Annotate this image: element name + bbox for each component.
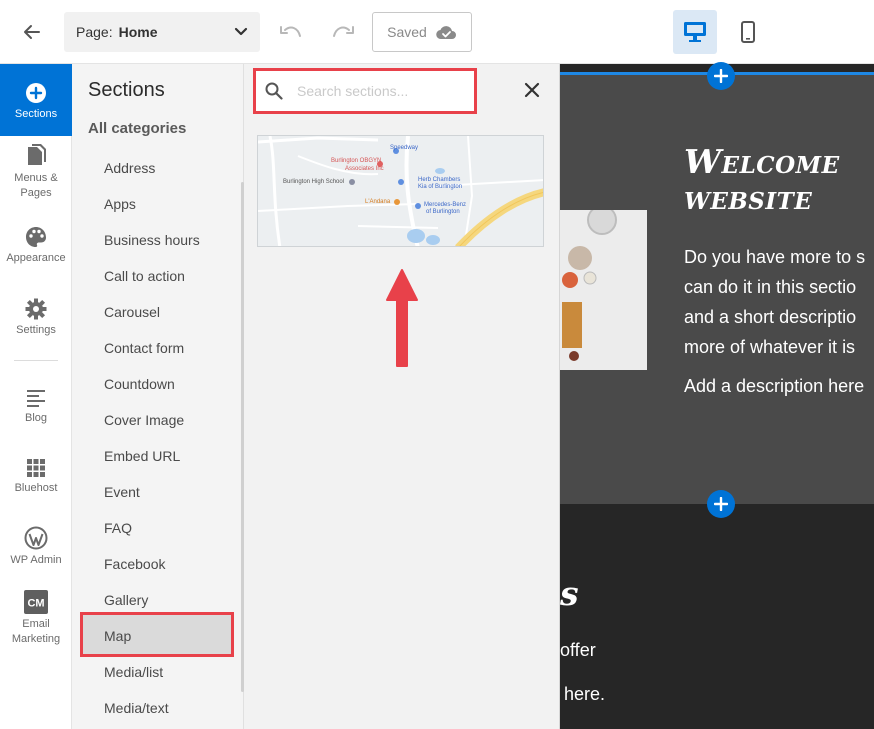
- rail-item-wp-admin[interactable]: WP Admin: [0, 524, 72, 568]
- rail-item-label: Settings: [16, 324, 56, 336]
- cm-icon: CM: [24, 588, 48, 614]
- plus-circle-icon: [25, 78, 47, 104]
- category-item-event[interactable]: Event: [104, 484, 140, 500]
- category-item-apps[interactable]: Apps: [104, 196, 136, 212]
- saved-label: Saved: [387, 24, 427, 40]
- add-section-button-top[interactable]: [707, 62, 735, 90]
- hero-title-line-1: Welcome: [684, 142, 840, 181]
- close-icon: [524, 82, 540, 98]
- map-label: Burlington OBGYN: [331, 158, 382, 164]
- category-item-call-to-action[interactable]: Call to action: [104, 268, 185, 284]
- back-button[interactable]: [18, 18, 46, 46]
- redo-icon: [333, 26, 354, 37]
- search-icon: [265, 82, 283, 100]
- rail-item-label: Email Marketing: [11, 618, 61, 645]
- dark-section-text-line[interactable]: offer: [560, 640, 596, 661]
- cloud-check-icon: [436, 26, 456, 40]
- panel-title: Sections: [88, 79, 165, 101]
- map-label: Burlington High School: [283, 179, 345, 185]
- rail-item-menus-pages[interactable]: Menus & Pages: [0, 142, 72, 201]
- rail-item-label: Bluehost: [14, 482, 58, 494]
- all-categories-heading: All categories: [88, 120, 187, 137]
- hero-body-line: and a short descriptio: [684, 307, 857, 327]
- hero-body-line: can do it in this sectio: [684, 277, 857, 297]
- rail-item-label: Menus & Pages: [14, 172, 58, 199]
- blog-icon: [26, 382, 46, 408]
- top-toolbar: Page: Home Saved: [0, 0, 874, 64]
- website-canvas: Welcome website Do you have more to s ca…: [560, 64, 874, 729]
- rail-item-bluehost[interactable]: Bluehost: [0, 452, 72, 496]
- map-label: Mercedes-Benz: [424, 202, 467, 208]
- map-section-thumbnail[interactable]: Speedway Burlington OBGYN Associates Inc…: [257, 135, 544, 247]
- hero-description[interactable]: Add a description here: [684, 376, 864, 397]
- category-item-media-list[interactable]: Media/list: [104, 664, 163, 680]
- plus-icon: [714, 69, 728, 83]
- dark-section-text-line[interactable]: here.: [564, 684, 605, 705]
- plus-icon: [714, 497, 728, 511]
- search-input[interactable]: [297, 83, 447, 99]
- left-rail: Sections Menus & Pages Appearance Settin…: [0, 64, 72, 729]
- category-item-carousel[interactable]: Carousel: [104, 304, 160, 320]
- add-section-button-middle[interactable]: [707, 490, 735, 518]
- desktop-icon: [684, 22, 706, 42]
- svg-text:CM: CM: [27, 598, 44, 610]
- rail-item-settings[interactable]: Settings: [0, 294, 72, 338]
- hero-title-line-2: website: [684, 178, 813, 217]
- hero-title[interactable]: Welcome website: [684, 144, 874, 216]
- category-item-faq[interactable]: FAQ: [104, 520, 132, 536]
- gear-icon: [25, 294, 47, 320]
- grid-icon: [26, 452, 46, 478]
- undo-button[interactable]: [278, 20, 304, 44]
- chevron-down-icon: [234, 27, 248, 37]
- rail-item-email-marketing[interactable]: CM Email Marketing: [0, 588, 72, 647]
- rail-item-appearance[interactable]: Appearance: [0, 222, 72, 266]
- category-item-contact-form[interactable]: Contact form: [104, 340, 184, 356]
- category-item-embed-url[interactable]: Embed URL: [104, 448, 180, 464]
- red-arrow-up-icon: [386, 269, 418, 367]
- hero-body-text[interactable]: Do you have more to s can do it in this …: [684, 242, 874, 362]
- mobile-icon: [741, 21, 755, 43]
- category-item-cover-image[interactable]: Cover Image: [104, 412, 184, 428]
- palette-icon: [25, 222, 47, 248]
- category-item-media-text[interactable]: Media/text: [104, 700, 169, 716]
- page-select-label: Page:: [76, 24, 113, 40]
- map-label: of Burlington: [426, 209, 460, 215]
- rail-item-label: Sections: [14, 108, 58, 120]
- map-label: Kia of Burlington: [418, 184, 463, 190]
- wordpress-icon: [24, 524, 48, 550]
- map-label: Speedway: [390, 145, 419, 151]
- hero-body-line: more of whatever it is: [684, 337, 856, 357]
- category-item-countdown[interactable]: Countdown: [104, 376, 175, 392]
- page-select-value: Home: [118, 24, 158, 40]
- category-item-gallery[interactable]: Gallery: [104, 592, 148, 608]
- desktop-view-button[interactable]: [673, 10, 717, 54]
- rail-item-label: Appearance: [6, 252, 66, 264]
- map-image: [258, 136, 543, 246]
- undo-icon: [280, 26, 301, 37]
- saved-button[interactable]: Saved: [372, 12, 472, 52]
- hero-image[interactable]: [560, 210, 647, 370]
- category-item-business-hours[interactable]: Business hours: [104, 232, 200, 248]
- map-label: L'Andana: [365, 199, 391, 205]
- map-label: Associates Inc: [345, 166, 384, 172]
- category-item-map[interactable]: Map: [104, 628, 131, 644]
- hero-body-line: Do you have more to s: [684, 247, 866, 267]
- category-item-address[interactable]: Address: [104, 160, 155, 176]
- redo-button[interactable]: [330, 20, 356, 44]
- rail-item-blog[interactable]: Blog: [0, 382, 72, 426]
- arrow-left-icon: [24, 25, 40, 39]
- page-select-dropdown[interactable]: Page: Home: [64, 12, 260, 52]
- rail-item-sections[interactable]: Sections: [0, 64, 72, 136]
- search-field[interactable]: [261, 76, 469, 106]
- category-item-facebook[interactable]: Facebook: [104, 556, 165, 572]
- rail-item-label: Blog: [24, 412, 48, 424]
- rail-item-label: WP Admin: [10, 554, 62, 566]
- pages-icon: [25, 142, 47, 168]
- dark-section-title[interactable]: s: [560, 574, 579, 613]
- map-label: Herb Chambers: [418, 177, 461, 183]
- close-panel-button[interactable]: [520, 78, 544, 102]
- mobile-view-button[interactable]: [726, 10, 770, 54]
- rail-divider: [14, 360, 58, 361]
